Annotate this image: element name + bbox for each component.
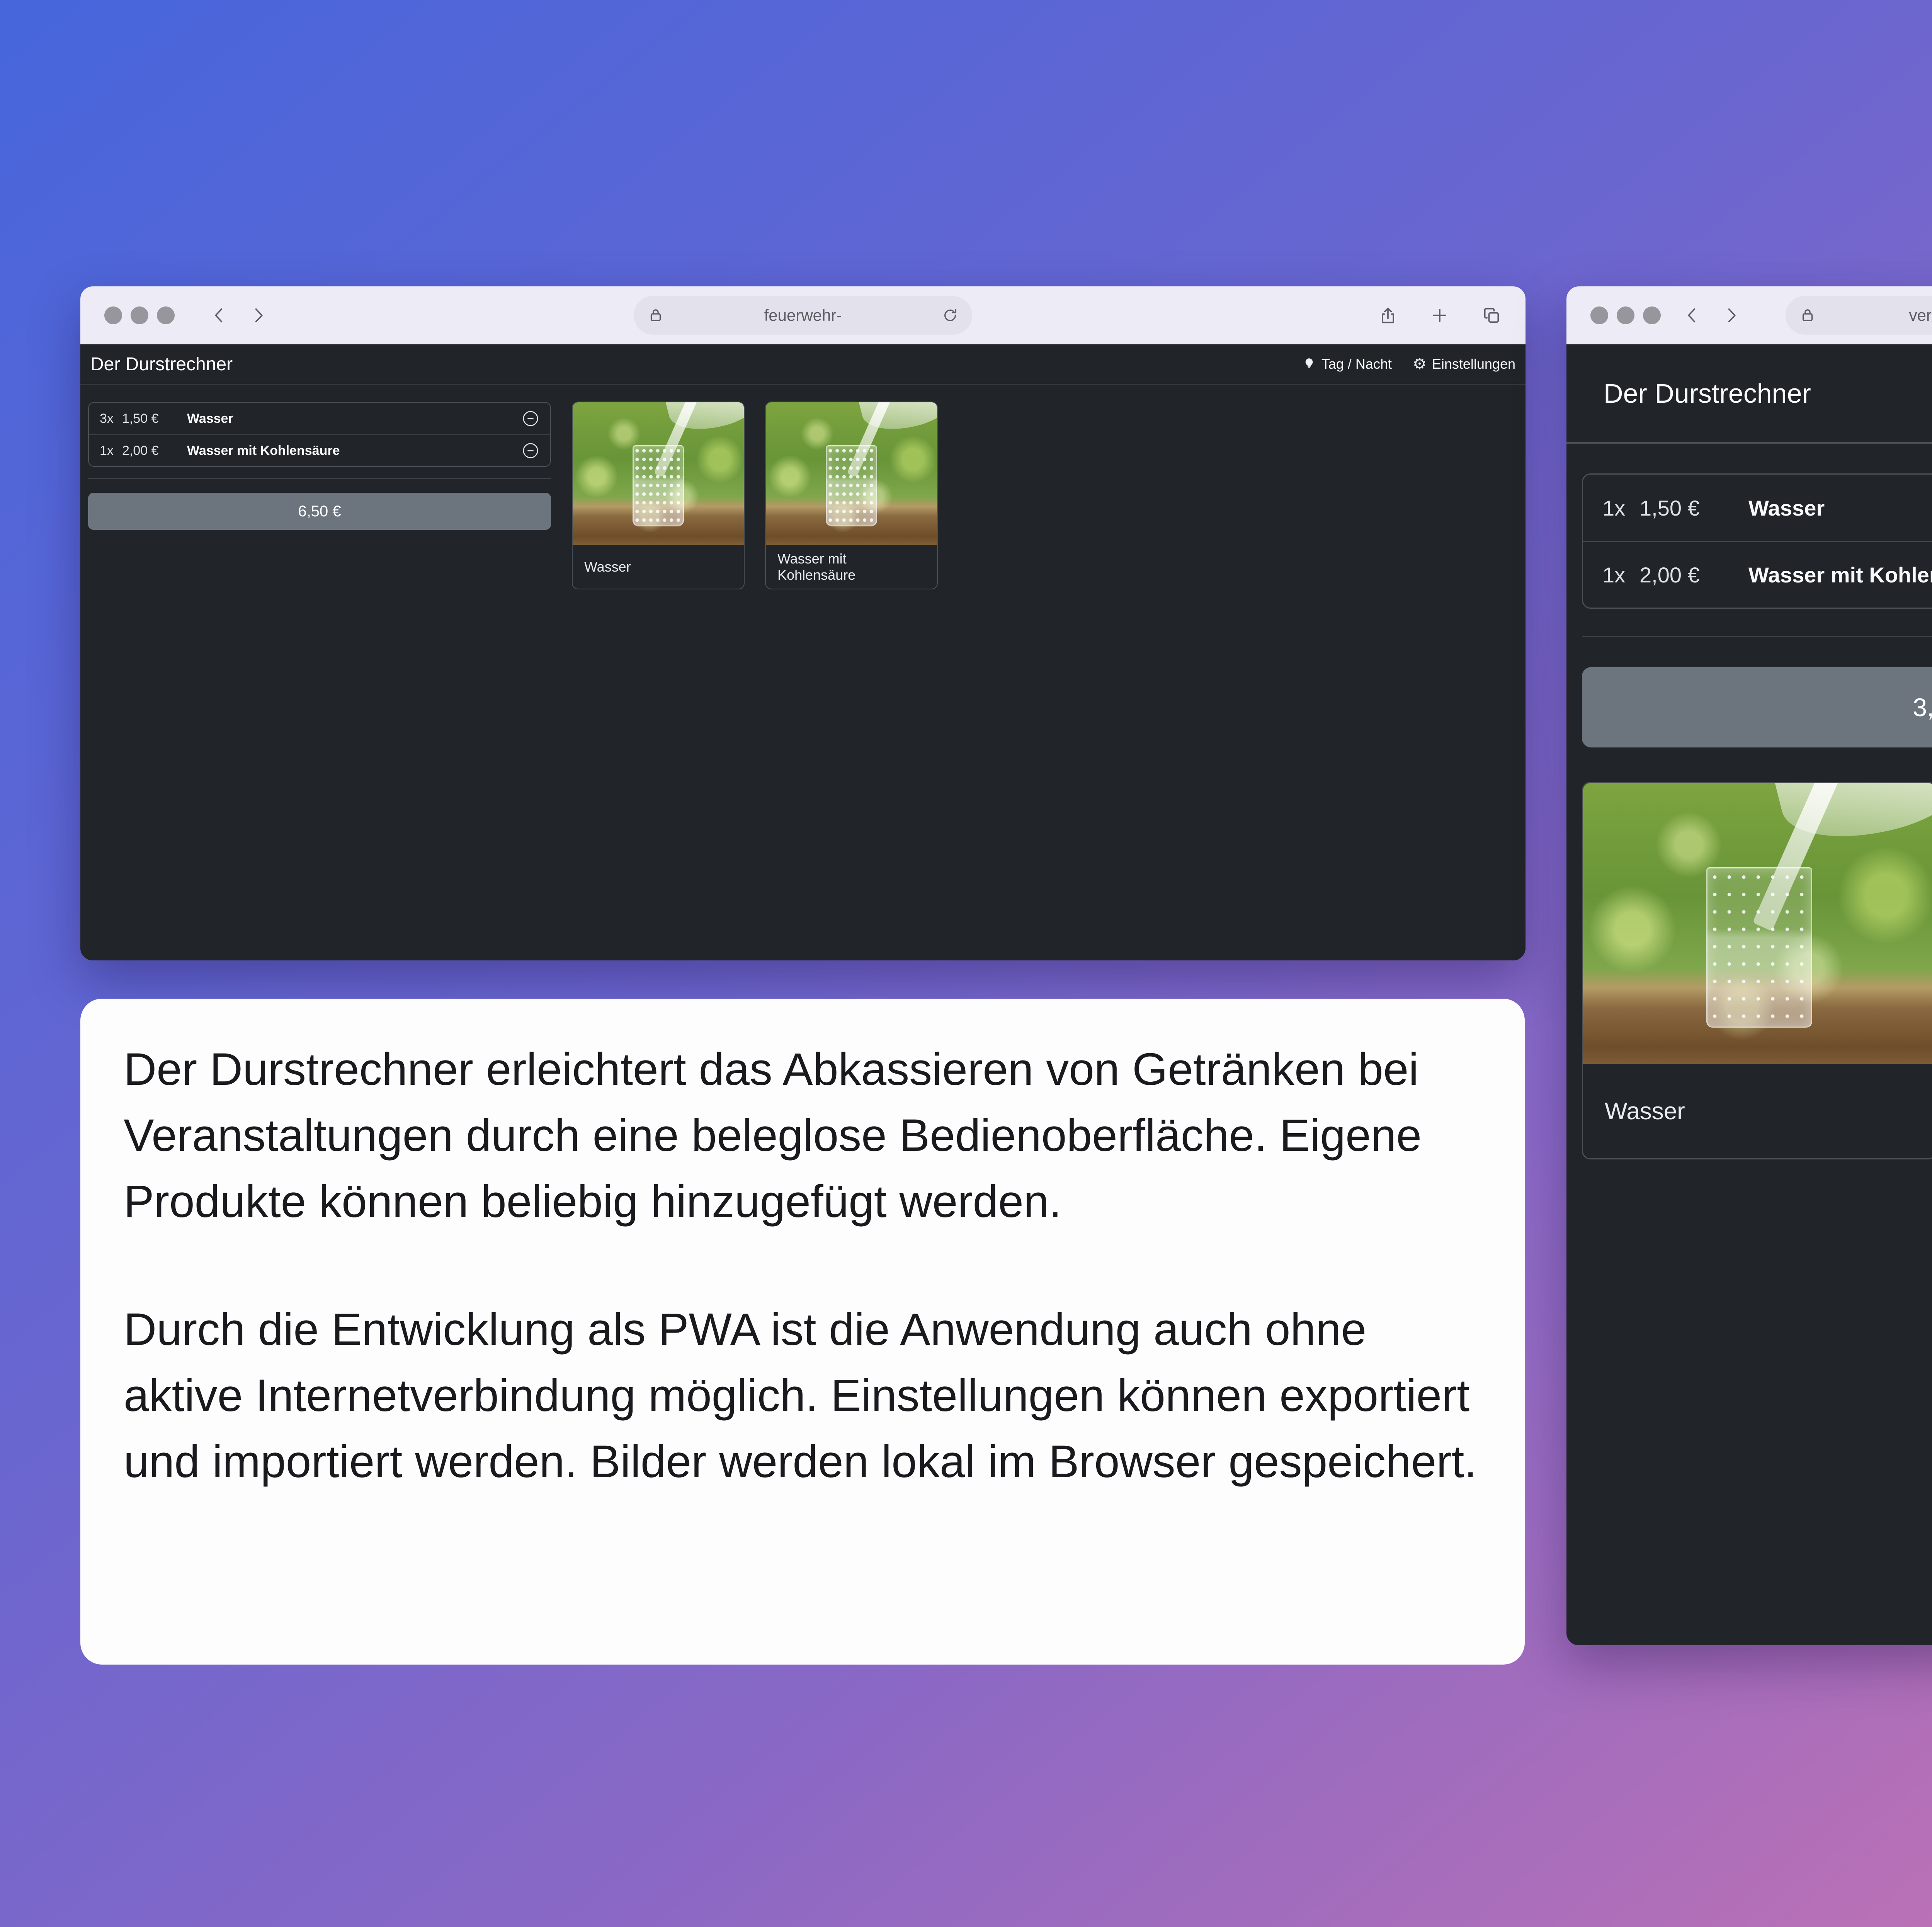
item-price: 2,00 € xyxy=(122,443,175,458)
tabs-icon xyxy=(1481,305,1502,325)
desktop-background: feuerwehr- Der Durstrechner xyxy=(0,0,1932,1927)
share-icon xyxy=(1378,305,1398,325)
total-button[interactable]: 3,50 € xyxy=(1582,667,1932,747)
item-price: 1,50 € xyxy=(1639,495,1727,521)
forward-button[interactable] xyxy=(1721,305,1741,325)
tab-overview-button[interactable] xyxy=(1481,305,1502,325)
cart-item-row: 3x 1,50 € Wasser xyxy=(89,403,550,434)
url-field[interactable]: vercel.com xyxy=(1786,296,1932,335)
cart-total-divider xyxy=(88,478,551,479)
glass-graphic xyxy=(633,445,684,526)
url-text: vercel.com xyxy=(1816,306,1932,325)
lightbulb-icon xyxy=(1302,357,1316,371)
total-button[interactable]: 6,50 € xyxy=(88,493,551,530)
share-button[interactable] xyxy=(1378,305,1398,325)
url-field[interactable]: feuerwehr- xyxy=(634,296,972,335)
window-minimize-button[interactable] xyxy=(131,306,148,324)
cart-total-divider xyxy=(1582,636,1932,637)
chevron-left-icon xyxy=(1682,305,1702,325)
window-close-button[interactable] xyxy=(104,306,122,324)
description-paragraph: Durch die Entwicklung als PWA ist die An… xyxy=(124,1297,1481,1495)
item-price: 2,00 € xyxy=(1639,562,1727,587)
product-card-wasser[interactable]: Wasser xyxy=(572,402,745,589)
item-name: Wasser xyxy=(1748,495,1825,521)
cart-item-row: 1x 2,00 € Wasser mit Kohlensäure xyxy=(89,434,550,466)
app-header: Der Durstrechner ⚙ xyxy=(1566,344,1932,444)
minus-circle-icon xyxy=(522,410,539,427)
browser-toolbar: vercel.com xyxy=(1566,286,1932,344)
window-controls xyxy=(104,306,175,324)
product-image xyxy=(573,402,744,545)
item-price: 1,50 € xyxy=(122,411,175,426)
durstrechner-app: Der Durstrechner ⚙ 1x 1,50 € Wasser xyxy=(1566,344,1932,1645)
product-name: Wasser mit Kohlensäure xyxy=(766,545,937,589)
back-button[interactable] xyxy=(1682,305,1702,325)
product-card-wasser[interactable]: Wasser xyxy=(1582,782,1932,1159)
settings-label: Einstellungen xyxy=(1432,356,1515,372)
reload-button[interactable] xyxy=(941,306,959,324)
settings-button[interactable]: ⚙ Einstellungen xyxy=(1413,355,1515,373)
remove-item-button[interactable] xyxy=(522,410,539,427)
window-minimize-button[interactable] xyxy=(1617,306,1634,324)
item-name: Wasser mit Kohlensäure xyxy=(1748,562,1932,587)
browser-window-mobile: vercel.com Der Durstrechner xyxy=(1566,286,1932,1645)
chevron-right-icon xyxy=(248,305,268,325)
product-card-wasser-mit-kohlensaeure[interactable]: Wasser mit Kohlensäure xyxy=(765,402,938,589)
window-zoom-button[interactable] xyxy=(157,306,175,324)
forward-button[interactable] xyxy=(248,305,268,325)
browser-toolbar: feuerwehr- xyxy=(80,286,1526,344)
product-image xyxy=(1583,783,1932,1064)
chevron-right-icon xyxy=(1721,305,1741,325)
item-name: Wasser mit Kohlensäure xyxy=(187,443,340,458)
new-tab-button[interactable] xyxy=(1430,305,1450,325)
browser-window-desktop: feuerwehr- Der Durstrechner xyxy=(80,286,1526,960)
chevron-left-icon xyxy=(209,305,230,325)
url-text: feuerwehr- xyxy=(665,306,941,325)
glass-graphic xyxy=(1706,867,1812,1027)
plus-icon xyxy=(1430,305,1450,325)
lock-icon xyxy=(647,306,665,324)
lock-icon xyxy=(1799,306,1816,324)
minus-circle-icon xyxy=(522,442,539,460)
theme-toggle-button[interactable]: Tag / Nacht xyxy=(1302,356,1392,372)
remove-item-button[interactable] xyxy=(522,442,539,460)
product-image xyxy=(766,402,937,545)
refresh-icon xyxy=(941,306,959,324)
theme-toggle-label: Tag / Nacht xyxy=(1321,356,1392,372)
cart-item-row: 1x 2,00 € Wasser mit Kohlensäure xyxy=(1583,541,1932,608)
cart-item-row: 1x 1,50 € Wasser xyxy=(1583,475,1932,541)
item-quantity: 1x xyxy=(1602,562,1639,587)
window-close-button[interactable] xyxy=(1590,306,1608,324)
header-nav: Tag / Nacht ⚙ Einstellungen xyxy=(1302,355,1515,373)
page-title: Der Durstrechner xyxy=(1604,378,1811,409)
item-quantity: 3x xyxy=(100,411,122,426)
product-name: Wasser xyxy=(1583,1064,1932,1158)
item-quantity: 1x xyxy=(100,443,122,458)
cart-panel: 1x 1,50 € Wasser 1x 2,00 € Wasser mit Ko… xyxy=(1582,473,1932,609)
cart-panel: 3x 1,50 € Wasser 1x 2,00 € Wasser mit Ko… xyxy=(88,402,551,467)
description-card: Der Durstrechner erleichtert das Abkassi… xyxy=(80,999,1525,1665)
window-zoom-button[interactable] xyxy=(1643,306,1661,324)
page-title: Der Durstrechner xyxy=(90,354,233,375)
window-controls xyxy=(1590,306,1661,324)
item-quantity: 1x xyxy=(1602,495,1639,521)
app-header: Der Durstrechner Tag / Nacht ⚙ Einstellu… xyxy=(80,344,1526,385)
product-name: Wasser xyxy=(573,545,744,589)
item-name: Wasser xyxy=(187,411,233,426)
durstrechner-app: Der Durstrechner Tag / Nacht ⚙ Einstellu… xyxy=(80,344,1526,960)
glass-graphic xyxy=(826,445,877,526)
description-paragraph: Der Durstrechner erleichtert das Abkassi… xyxy=(124,1037,1481,1235)
back-button[interactable] xyxy=(209,305,230,325)
gear-icon: ⚙ xyxy=(1413,355,1427,373)
